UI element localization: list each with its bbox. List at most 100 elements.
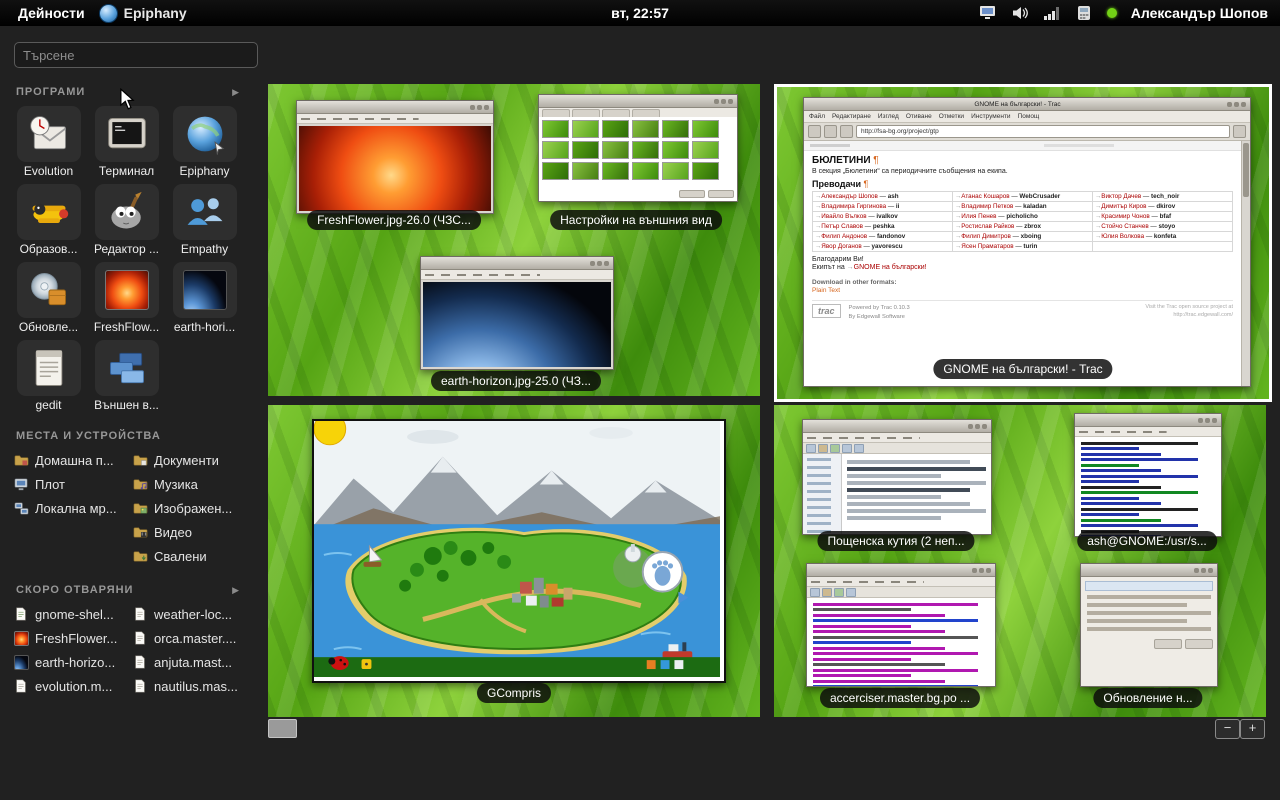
volume-icon[interactable] bbox=[1011, 5, 1029, 21]
app-item-empathy[interactable]: Empathy bbox=[166, 184, 243, 256]
browser-menu-item: Помощ bbox=[1018, 113, 1040, 120]
workspace-2-selected[interactable]: GNOME на български! - Trac ФайлРедактира… bbox=[774, 84, 1272, 402]
recent-item[interactable]: evolution.m... bbox=[14, 676, 123, 696]
recent-item[interactable]: anjuta.mast... bbox=[133, 652, 242, 672]
anchor-mark: ¶ bbox=[873, 155, 878, 166]
place-item-desktop[interactable]: Плот bbox=[14, 474, 123, 494]
user-menu[interactable]: Александър Шопов bbox=[1131, 5, 1268, 21]
search-input[interactable] bbox=[14, 42, 258, 68]
recent-label: gnome-shel... bbox=[35, 607, 114, 622]
menubar bbox=[297, 114, 493, 124]
window-label: ash@GNOME:/usr/s... bbox=[1077, 531, 1217, 551]
browser-menu-item: Изглед bbox=[878, 113, 899, 120]
recent-label: anjuta.mast... bbox=[154, 655, 232, 670]
app-menu-button[interactable]: Epiphany bbox=[124, 5, 187, 21]
app-label: FreshFlow... bbox=[88, 320, 165, 334]
window-gimp-freshflower[interactable] bbox=[296, 100, 494, 214]
window-po-editor[interactable] bbox=[806, 563, 996, 687]
trac-subheading: Преводачи bbox=[812, 179, 861, 189]
trac-nav-strip bbox=[804, 141, 1241, 151]
recent-label: weather-loc... bbox=[154, 607, 232, 622]
mail-content bbox=[803, 454, 991, 534]
recent-item[interactable]: gnome-shel... bbox=[14, 604, 123, 624]
epiphany-icon bbox=[173, 106, 237, 162]
recent-label: orca.master.... bbox=[154, 631, 236, 646]
place-label: Музика bbox=[154, 477, 198, 492]
recent-label: FreshFlower... bbox=[35, 631, 117, 646]
team-text: Екипът на →GNOME на български! bbox=[812, 264, 1233, 271]
window-update-manager[interactable] bbox=[1080, 563, 1218, 687]
app-label: Empathy bbox=[166, 242, 243, 256]
workspace-3[interactable]: GCompris bbox=[268, 405, 760, 717]
app-item-epiphany[interactable]: Epiphany bbox=[166, 106, 243, 178]
update-list bbox=[1081, 577, 1217, 686]
recent-item[interactable]: earth-horizo... bbox=[14, 652, 123, 672]
workspace-drag-handle[interactable] bbox=[268, 719, 297, 738]
recent-item[interactable]: orca.master.... bbox=[133, 628, 242, 648]
menubar bbox=[803, 433, 991, 443]
text-file-icon bbox=[133, 655, 148, 670]
workspace-4[interactable]: Пощенска кутия (2 неп... ash@GNOME:/usr/… bbox=[774, 405, 1266, 717]
app-label: Терминал bbox=[88, 164, 165, 178]
terminal-output bbox=[1075, 437, 1221, 537]
window-epiphany-trac[interactable]: GNOME на български! - Trac ФайлРедактира… bbox=[803, 97, 1251, 387]
browser-menu-item: Инструменти bbox=[971, 113, 1011, 120]
menubar bbox=[807, 577, 995, 587]
window-terminal[interactable] bbox=[1074, 413, 1222, 537]
window-appearance-settings[interactable] bbox=[538, 94, 738, 202]
recent-expander-icon[interactable]: ▶ bbox=[232, 585, 240, 596]
app-item-gimp[interactable]: Редактор ... bbox=[88, 184, 165, 256]
recent-item[interactable]: FreshFlower... bbox=[14, 628, 123, 648]
video-folder-icon bbox=[133, 525, 148, 540]
recent-item[interactable]: weather-loc... bbox=[133, 604, 242, 624]
app-label: Външен в... bbox=[88, 398, 165, 412]
window-label: Настройки на външния вид bbox=[550, 210, 722, 230]
place-item-network[interactable]: Локална мр... bbox=[14, 498, 123, 518]
places-title: МЕСТА И УСТРОЙСТВА bbox=[16, 430, 161, 442]
place-item-documents[interactable]: Документи bbox=[133, 450, 242, 470]
programs-expander-icon[interactable]: ▶ bbox=[232, 87, 240, 98]
network-signal-icon[interactable] bbox=[1043, 5, 1061, 21]
workspaces-area: FreshFlower.jpg-26.0 (ЧЗС... Настройки н… bbox=[268, 84, 1268, 734]
window-evolution-mail[interactable] bbox=[802, 419, 992, 535]
display-icon[interactable] bbox=[979, 5, 997, 21]
app-item-updates[interactable]: Обновле... bbox=[10, 262, 87, 334]
programs-title: ПРОГРАМИ bbox=[16, 86, 85, 98]
thanks-text: Благодарим Ви! bbox=[812, 256, 1233, 263]
forward-button bbox=[824, 125, 837, 138]
presence-status-icon bbox=[1107, 8, 1117, 18]
menubar bbox=[421, 270, 613, 280]
app-item-gcompris[interactable]: Образов... bbox=[10, 184, 87, 256]
evolution-icon bbox=[17, 106, 81, 162]
place-item-pictures[interactable]: Изображен... bbox=[133, 498, 242, 518]
battery-icon[interactable] bbox=[1075, 5, 1093, 21]
app-item-earth-horizon[interactable]: earth-hori... bbox=[166, 262, 243, 334]
image-file-icon bbox=[14, 631, 29, 646]
window-titlebar: GNOME на български! - Trac bbox=[804, 98, 1250, 111]
app-label: Обновле... bbox=[10, 320, 87, 334]
add-workspace-button[interactable]: + bbox=[1240, 719, 1265, 739]
app-label: Редактор ... bbox=[88, 242, 165, 256]
place-item-music[interactable]: Музика bbox=[133, 474, 242, 494]
clock[interactable]: вт, 22:57 bbox=[611, 5, 669, 21]
window-gcompris[interactable] bbox=[312, 419, 726, 683]
app-item-freshflower[interactable]: FreshFlow... bbox=[88, 262, 165, 334]
window-gimp-earth-horizon[interactable] bbox=[420, 256, 614, 370]
window-label: earth-horizon.jpg-25.0 (ЧЗ... bbox=[431, 371, 601, 391]
place-item-home[interactable]: Домашна п... bbox=[14, 450, 123, 470]
mail-toolbar bbox=[803, 443, 991, 454]
education-plane-icon bbox=[17, 184, 81, 240]
place-item-downloads[interactable]: Свалени bbox=[133, 546, 242, 566]
workspace-1[interactable]: FreshFlower.jpg-26.0 (ЧЗС... Настройки н… bbox=[268, 84, 760, 396]
app-item-terminal[interactable]: Терминал bbox=[88, 106, 165, 178]
app-item-evolution[interactable]: Evolution bbox=[10, 106, 87, 178]
update-header bbox=[1085, 581, 1213, 591]
app-item-gedit[interactable]: gedit bbox=[10, 340, 87, 412]
activities-button[interactable]: Дейности bbox=[10, 5, 93, 21]
app-item-appearance[interactable]: Външен в... bbox=[88, 340, 165, 412]
earth-image bbox=[423, 282, 611, 367]
window-titlebar bbox=[297, 101, 493, 114]
remove-workspace-button[interactable]: − bbox=[1215, 719, 1240, 739]
place-item-video[interactable]: Видео bbox=[133, 522, 242, 542]
recent-item[interactable]: nautilus.mas... bbox=[133, 676, 242, 696]
